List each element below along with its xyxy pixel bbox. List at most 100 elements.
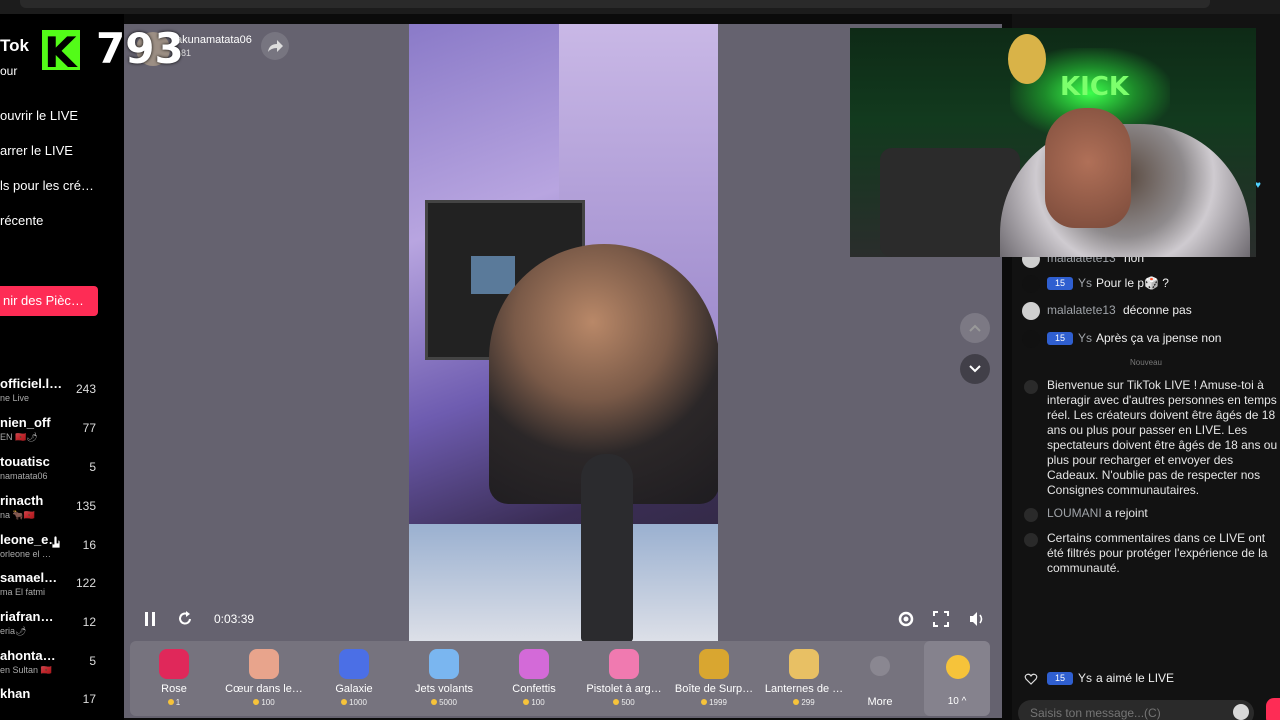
pause-icon[interactable] — [142, 608, 158, 630]
leaderboard-sub: EN 🇲🇦🌶 — [0, 432, 38, 442]
new-messages-divider: Nouveau — [1129, 358, 1163, 367]
brand-title[interactable]: Tok — [0, 36, 29, 56]
share-button[interactable] — [261, 32, 289, 60]
confetti-gift-icon — [519, 649, 549, 679]
fullscreen-icon[interactable] — [932, 608, 950, 630]
sidebar-item-start-live[interactable]: arrer le LIVE — [0, 143, 73, 158]
streamer-name[interactable]: akunamatata06 — [176, 34, 252, 46]
gift-price: 5000 — [400, 698, 488, 707]
level-badge: 15 — [1047, 672, 1073, 685]
gift-item[interactable]: Rose 1 — [130, 641, 218, 716]
money-gun-gift-icon — [609, 649, 639, 679]
gift-price: 1 — [130, 698, 218, 707]
emoji-icon[interactable] — [1233, 704, 1249, 720]
get-coins-button[interactable]: nir des Pièc… — [0, 286, 98, 316]
welcome-text: Bienvenue sur TikTok LIVE ! Amuse-toi à … — [1047, 378, 1278, 497]
leaderboard-item[interactable]: samael… ma El fatmi 122 — [0, 570, 124, 606]
chat-text: Pour le p🎲 ? — [1096, 276, 1169, 290]
gift-name: Rose — [161, 683, 187, 695]
gift-bar: Rose 1 Cœur dans le… 100 Galaxie 1000 Je… — [130, 641, 990, 716]
chat-username[interactable]: Ys — [1078, 671, 1092, 685]
tiktok-logo-icon — [1024, 533, 1038, 547]
live-video[interactable] — [409, 24, 718, 642]
leaderboard-name: samael… — [0, 570, 58, 585]
tiktok-coin-icon — [946, 655, 970, 679]
level-badge: 15 — [1047, 277, 1073, 290]
leaderboard-sub: namatata06 — [0, 471, 48, 481]
gift-button[interactable] — [1266, 698, 1280, 720]
reload-icon[interactable] — [176, 608, 194, 630]
sidebar-item-open-live[interactable]: ouvrir le LIVE — [0, 108, 78, 123]
leaderboard-score: 122 — [75, 576, 96, 590]
leaderboard-name: khan — [0, 686, 31, 701]
gift-price-value: 500 — [621, 698, 635, 707]
webcam-overlay: KICK — [850, 28, 1256, 257]
gift-item[interactable]: Cœur dans le… 100 — [220, 641, 308, 716]
gift-price-value: 100 — [261, 698, 275, 707]
avatar[interactable] — [1022, 330, 1040, 348]
chat-input[interactable] — [1018, 700, 1254, 720]
chat-username[interactable]: Ys — [1078, 331, 1092, 345]
leaderboard-name: rinacth — [0, 493, 44, 508]
leaderboard-sub: en Sultan 🇲🇦 — [0, 665, 52, 675]
leaderboard-name: touatisc — [0, 454, 50, 469]
gift-price: 100 — [220, 698, 308, 707]
previous-live-button[interactable] — [960, 313, 990, 343]
chat-username[interactable]: malalatete13 — [1047, 303, 1116, 317]
gift-price: 1999 — [670, 698, 758, 707]
leaderboard-name: ahonta… — [0, 648, 56, 663]
leaderboard-sub: eria🌶 — [0, 626, 27, 636]
gift-name: Pistolet à arg… — [586, 683, 662, 695]
avatar[interactable] — [1022, 302, 1040, 320]
leaderboard-score: 12 — [82, 615, 96, 629]
leaderboard-item[interactable]: ahonta… en Sultan 🇲🇦 5 — [0, 648, 124, 684]
join-username[interactable]: LOUMANI — [1047, 506, 1102, 520]
coin-balance-button[interactable]: 10 ^ — [924, 641, 990, 716]
leaderboard-item[interactable]: officiel.l… ne Live 243 — [0, 376, 124, 412]
gift-price: 299 — [760, 698, 848, 707]
leaderboard-score: 77 — [82, 421, 96, 435]
heart-hands-gift-icon — [249, 649, 279, 679]
leaderboard-sub: ne Live — [0, 393, 30, 403]
share-icon — [268, 40, 283, 52]
leaderboard-item[interactable]: leone_e… orleone el … 16 — [0, 532, 124, 568]
leaderboard-item[interactable]: rinacth na 🐂🇲🇦 135 — [0, 493, 124, 529]
join-line: LOUMANI a rejoint — [1047, 506, 1280, 521]
video-microphone — [581, 454, 633, 642]
webcam-chair — [880, 148, 1020, 257]
webcam-streamer-face — [1045, 108, 1131, 228]
leaderboard-item[interactable]: touatisc namatata06 5 — [0, 454, 124, 490]
tiktok-logo-icon — [1024, 380, 1038, 394]
level-badge: 15 — [1047, 332, 1073, 345]
video-monitor-screen — [471, 256, 515, 294]
screen: Tok our ouvrir le LIVE arrer le LIVE ls … — [0, 0, 1280, 720]
lanterns-gift-icon — [789, 649, 819, 679]
chat-text: déconne pas — [1123, 303, 1192, 317]
playback-time: 0:03:39 — [214, 612, 255, 626]
gift-item[interactable]: Jets volants 5000 — [400, 641, 488, 716]
sidebar-item-recent[interactable]: récente — [0, 213, 43, 228]
mouse-cursor-icon — [51, 535, 61, 549]
leaderboard-item[interactable]: nien_off EN 🇲🇦🌶 77 — [0, 415, 124, 451]
leaderboard-item[interactable]: khan 17 — [0, 686, 124, 720]
gift-item[interactable]: Galaxie 1000 — [310, 641, 398, 716]
more-gifts-button[interactable]: More — [858, 641, 902, 716]
next-live-button[interactable] — [960, 354, 990, 384]
address-bar[interactable] — [20, 0, 1210, 8]
gift-price-value: 1999 — [709, 698, 727, 707]
gift-item[interactable]: Lanternes de … 299 — [760, 641, 848, 716]
leaderboard-score: 5 — [89, 654, 96, 668]
coin-balance: 10 ^ — [947, 696, 967, 707]
leaderboard-item[interactable]: riafran… eria🌶 12 — [0, 609, 124, 645]
gift-item[interactable]: Confettis 100 — [490, 641, 578, 716]
gift-item[interactable]: Pistolet à arg… 500 — [580, 641, 668, 716]
filter-notice: Certains commentaires dans ce LIVE ont é… — [1047, 531, 1268, 575]
gift-item[interactable]: Boîte de Surp… 1999 — [670, 641, 758, 716]
volume-icon[interactable] — [968, 608, 986, 630]
video-table — [409, 524, 718, 642]
gear-icon[interactable] — [896, 608, 916, 630]
avatar[interactable] — [1022, 275, 1040, 293]
chat-username[interactable]: Ys — [1078, 276, 1092, 290]
sidebar-item-creator-tools[interactable]: ls pour les cré… — [0, 178, 94, 193]
gift-price-value: 5000 — [439, 698, 457, 707]
